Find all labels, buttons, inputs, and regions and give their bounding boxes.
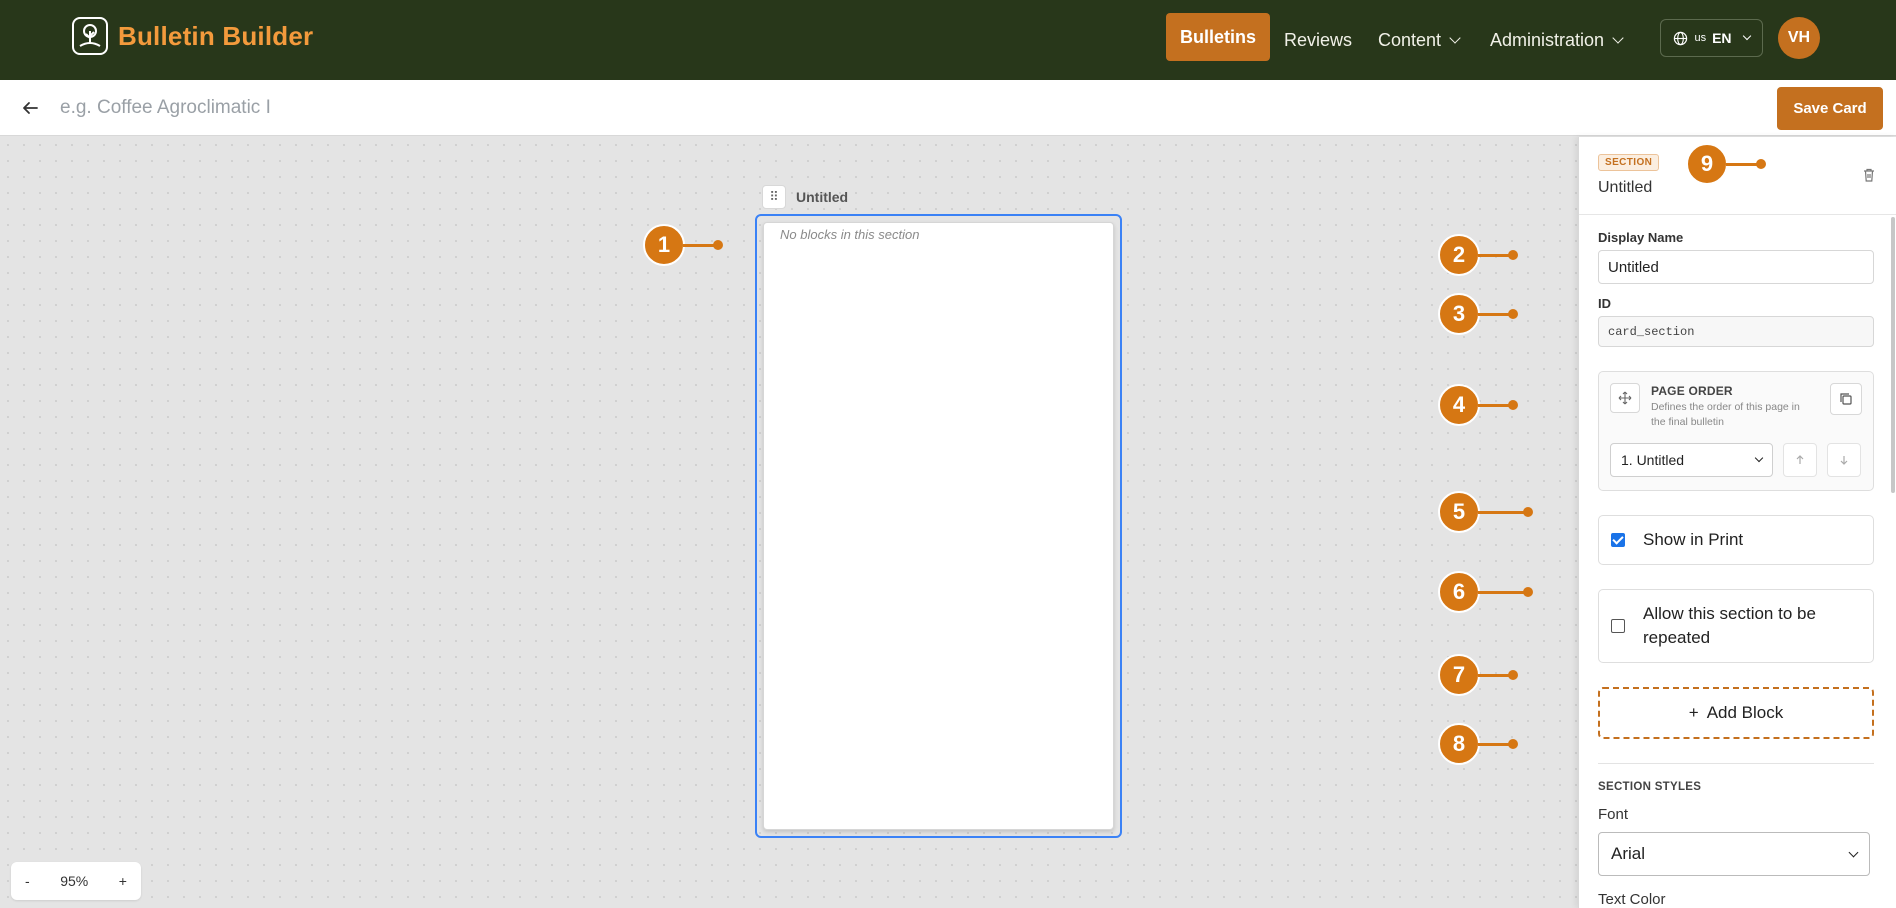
- language-flag: us: [1694, 32, 1707, 44]
- move-down-button[interactable]: [1827, 443, 1861, 477]
- section-card[interactable]: No blocks in this section: [755, 214, 1122, 838]
- add-block-label: Add Block: [1706, 703, 1784, 722]
- font-label: Font: [1598, 806, 1629, 823]
- marker-number: 6: [1438, 571, 1480, 613]
- font-selected: Arial: [1611, 844, 1646, 863]
- nav-administration-label: Administration: [1490, 29, 1605, 50]
- nav-bulletins[interactable]: Bulletins: [1166, 13, 1271, 61]
- divider: [1598, 763, 1874, 764]
- marker-3: 3: [1438, 293, 1518, 335]
- chevron-down-icon: [1612, 32, 1624, 44]
- editor-toolbar: [0, 80, 1896, 136]
- marker-6: 6: [1438, 571, 1533, 613]
- back-arrow-icon[interactable]: [18, 96, 42, 120]
- section-header: ⠿ Untitled: [762, 185, 848, 209]
- copy-icon[interactable]: [1830, 383, 1862, 415]
- show-in-print-option[interactable]: Show in Print: [1598, 515, 1874, 565]
- chevron-down-icon: [1742, 31, 1751, 41]
- font-select[interactable]: Arial: [1598, 832, 1870, 876]
- chevron-down-icon: [1449, 32, 1461, 44]
- page-order-selected: 1. Untitled: [1621, 452, 1685, 468]
- repeatable-option[interactable]: Allow this section to be repeated: [1598, 589, 1874, 663]
- trash-icon[interactable]: [1861, 167, 1877, 183]
- section-badge: SECTION: [1598, 154, 1660, 171]
- zoom-in-button[interactable]: +: [119, 873, 127, 889]
- marker-number: 1: [643, 224, 685, 266]
- chevron-down-icon: [1754, 453, 1764, 463]
- page-order-description: Defines the order of this page in the fi…: [1651, 401, 1800, 428]
- zoom-control: - 95% +: [11, 862, 141, 900]
- language-selector[interactable]: us EN: [1660, 19, 1763, 57]
- display-name-label: Display Name: [1598, 230, 1684, 245]
- add-block-button[interactable]: + Add Block: [1598, 687, 1874, 739]
- arrow-up-icon: [1796, 455, 1804, 464]
- marker-number: 8: [1438, 723, 1480, 765]
- text-color-label: Text Color: [1598, 891, 1666, 908]
- nav-administration[interactable]: Administration: [1476, 16, 1636, 64]
- drag-handle-icon[interactable]: ⠿: [762, 185, 786, 209]
- id-label: ID: [1598, 296, 1611, 311]
- properties-panel: SECTION Untitled Display Name ID PAGE OR…: [1578, 137, 1896, 908]
- repeatable-label: Allow this section to be repeated: [1643, 604, 1816, 647]
- globe-icon: [1674, 31, 1688, 45]
- app-name: Bulletin Builder: [118, 20, 314, 51]
- page-order-box: PAGE ORDER Defines the order of this pag…: [1598, 371, 1874, 491]
- save-card-button[interactable]: Save Card: [1777, 87, 1883, 130]
- marker-8: 8: [1438, 723, 1518, 765]
- nav-content-label: Content: [1378, 29, 1442, 50]
- marker-4: 4: [1438, 384, 1518, 426]
- marker-number: 7: [1438, 654, 1480, 696]
- marker-number: 4: [1438, 384, 1480, 426]
- marker-7: 7: [1438, 654, 1518, 696]
- tree-logo-icon: [72, 17, 108, 55]
- marker-1: 1: [643, 224, 723, 266]
- repeatable-checkbox[interactable]: [1611, 619, 1625, 633]
- nav-reviews-label: Reviews: [1284, 29, 1353, 50]
- show-in-print-checkbox[interactable]: [1611, 533, 1625, 547]
- display-name-field[interactable]: [1598, 250, 1874, 284]
- zoom-level: 95%: [60, 873, 89, 889]
- marker-number: 2: [1438, 234, 1480, 276]
- page-order-select[interactable]: 1. Untitled: [1610, 443, 1773, 477]
- language-code: EN: [1712, 30, 1732, 46]
- brand[interactable]: Bulletin Builder: [72, 17, 313, 55]
- section-title: Untitled: [796, 189, 849, 205]
- panel-scrollbar[interactable]: [1891, 217, 1895, 493]
- card-title-input[interactable]: [60, 92, 660, 124]
- section-styles-title: SECTION STYLES: [1598, 781, 1702, 793]
- chevron-down-icon: [1848, 847, 1859, 857]
- panel-section-name: Untitled: [1598, 179, 1653, 196]
- nav-reviews[interactable]: Reviews: [1270, 16, 1366, 64]
- show-in-print-label: Show in Print: [1643, 530, 1744, 549]
- arrow-down-icon: [1840, 456, 1848, 465]
- section-page: No blocks in this section: [763, 222, 1114, 830]
- marker-number: 9: [1686, 143, 1728, 185]
- zoom-out-button[interactable]: -: [25, 873, 30, 889]
- plus-icon: +: [1688, 703, 1699, 722]
- top-navbar: Bulletin Builder Bulletins Reviews Conte…: [0, 0, 1896, 80]
- page-order-title: PAGE ORDER: [1651, 384, 1733, 398]
- marker-number: 3: [1438, 293, 1480, 335]
- move-icon[interactable]: [1610, 383, 1640, 413]
- nav-content[interactable]: Content: [1364, 16, 1473, 64]
- marker-2: 2: [1438, 234, 1518, 276]
- id-field[interactable]: [1598, 316, 1874, 347]
- move-up-button[interactable]: [1783, 443, 1817, 477]
- empty-section-note: No blocks in this section: [780, 227, 920, 242]
- marker-9: 9: [1686, 143, 1766, 185]
- marker-5: 5: [1438, 491, 1533, 533]
- marker-number: 5: [1438, 491, 1480, 533]
- user-avatar[interactable]: VH: [1778, 17, 1820, 59]
